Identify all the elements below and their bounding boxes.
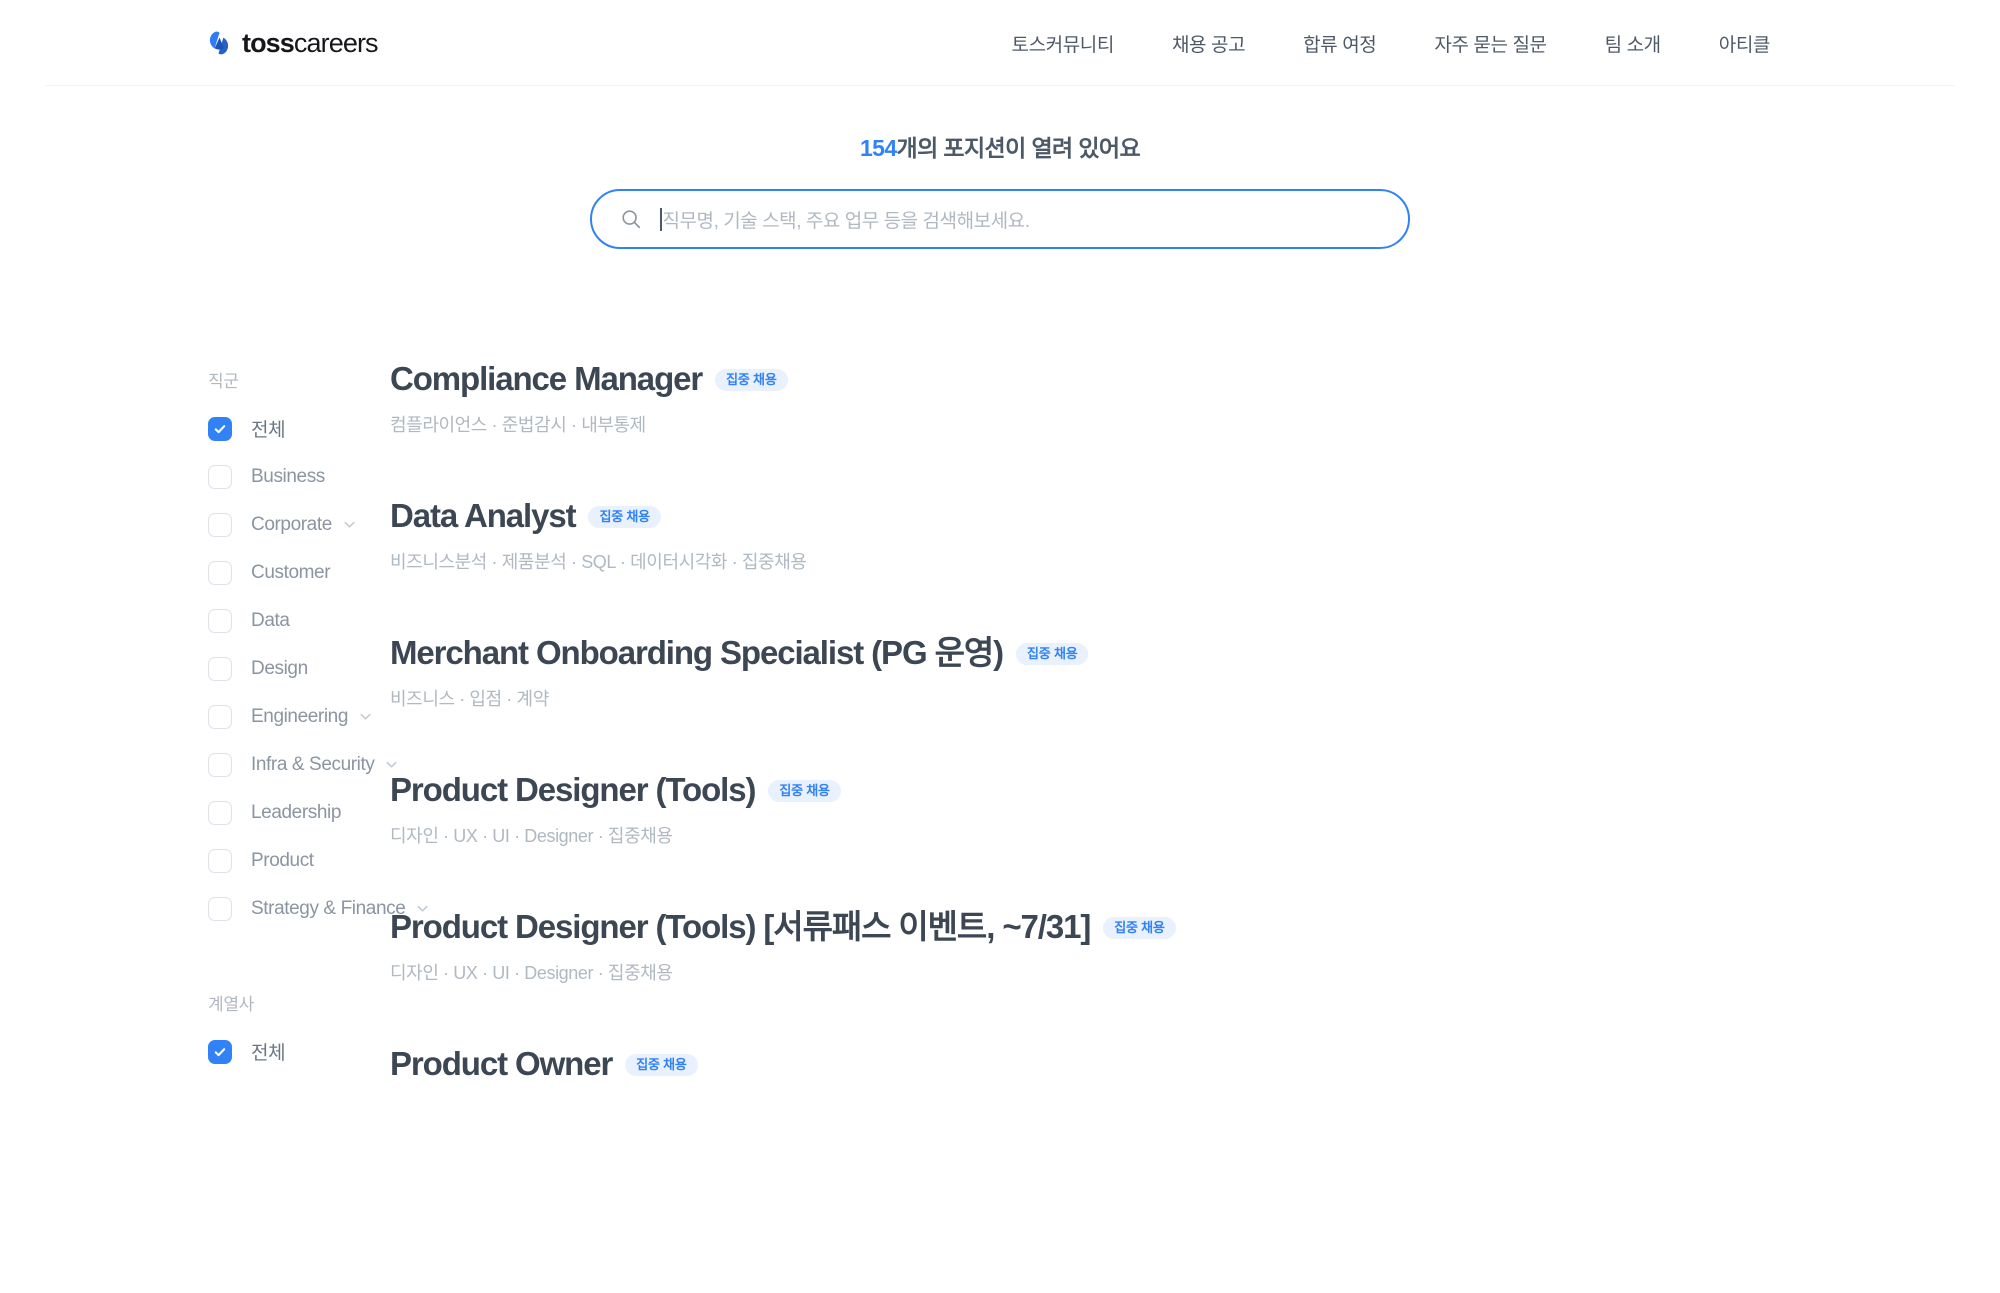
- filter-label: Leadership: [251, 801, 342, 823]
- filter-item-data[interactable]: Data: [208, 607, 340, 634]
- job-list: Compliance Manager 집중 채용 컴플라이언스 · 준법감시 ·…: [340, 359, 2000, 1143]
- nav-item-jobs[interactable]: 채용 공고: [1172, 30, 1246, 57]
- job-list-item[interactable]: Data Analyst 집중 채용 비즈니스분석 · 제품분석 · SQL ·…: [390, 496, 2000, 574]
- job-title-row: Compliance Manager 집중 채용: [390, 359, 2000, 400]
- job-tags: 비즈니스 · 입점 · 계약: [390, 688, 549, 709]
- job-tags: 컴플라이언스 · 준법감시 · 내부통제: [390, 414, 646, 435]
- text-caret: [660, 207, 662, 231]
- search-input-field[interactable]: 직무명, 기술 스택, 주요 업무 등을 검색해보세요.: [660, 191, 1380, 247]
- nav-item-community[interactable]: 토스커뮤니티: [1011, 30, 1114, 57]
- job-tags: 디자인 · UX · UI · Designer · 집중채용: [390, 962, 673, 983]
- logo-wordmark: tosscareers: [242, 27, 379, 58]
- checkbox-checked-icon[interactable]: [208, 1039, 232, 1064]
- job-title[interactable]: Product Owner: [390, 1044, 613, 1085]
- job-title-row: Product Designer (Tools) [서류패스 이벤트, ~7/3…: [390, 907, 2000, 948]
- status-badge: 집중 채용: [1016, 643, 1089, 666]
- logo-text-bold: toss: [242, 27, 295, 58]
- checkbox-icon[interactable]: [208, 704, 232, 729]
- job-list-item[interactable]: Product Designer (Tools) 집중 채용 디자인 · UX …: [390, 770, 2000, 848]
- status-badge: 집중 채용: [625, 1053, 698, 1076]
- checkbox-checked-icon[interactable]: [208, 416, 232, 441]
- hero-section: 154개의 포지션이 열려 있어요 직무명, 기술 스택, 주요 업무 등을 검…: [0, 86, 2000, 249]
- search-input[interactable]: 직무명, 기술 스택, 주요 업무 등을 검색해보세요.: [663, 206, 1030, 233]
- job-list-item[interactable]: Product Designer (Tools) [서류패스 이벤트, ~7/3…: [390, 907, 2000, 985]
- filter-item-corporate[interactable]: Corporate: [208, 511, 355, 538]
- filter-label: 전체: [251, 1043, 286, 1064]
- checkbox-icon[interactable]: [208, 464, 232, 489]
- filter-item-product[interactable]: Product: [208, 847, 340, 874]
- filter-item-engineering[interactable]: Engineering: [208, 703, 371, 730]
- checkbox-icon[interactable]: [208, 560, 232, 585]
- search-icon: [622, 210, 641, 229]
- filter-label: Data: [251, 609, 290, 631]
- filter-label: Engineering: [251, 705, 349, 727]
- filter-item-all-affiliate[interactable]: 전체: [208, 1038, 340, 1065]
- filter-item-business[interactable]: Business: [208, 463, 340, 490]
- nav-item-team[interactable]: 팀 소개: [1605, 30, 1662, 57]
- checkbox-icon[interactable]: [208, 800, 232, 825]
- filter-item-infra-security[interactable]: Infra & Security: [208, 751, 397, 778]
- filter-item-strategy-finance[interactable]: Strategy & Finance: [208, 895, 428, 922]
- filter-label: Customer: [251, 561, 331, 583]
- nav-item-articles[interactable]: 아티클: [1719, 30, 1771, 57]
- filter-item-customer[interactable]: Customer: [208, 559, 340, 586]
- status-badge: 집중 채용: [768, 780, 841, 803]
- checkbox-icon[interactable]: [208, 896, 232, 921]
- status-badge: 집중 채용: [588, 506, 661, 529]
- filter-group-title-job-family: 직군: [208, 372, 239, 391]
- filter-item-leadership[interactable]: Leadership: [208, 799, 342, 826]
- checkbox-icon[interactable]: [208, 848, 232, 873]
- logo-link[interactable]: tosscareers: [205, 27, 379, 58]
- job-title[interactable]: Compliance Manager: [390, 359, 703, 400]
- filter-item-design[interactable]: Design: [208, 655, 340, 682]
- filter-label: Product: [251, 849, 314, 871]
- content-area: 직군 전체 Business Corporate Customer Data D…: [0, 249, 2000, 1143]
- search-bar[interactable]: 직무명, 기술 스택, 주요 업무 등을 검색해보세요.: [590, 189, 1410, 249]
- status-badge: 집중 채용: [1103, 917, 1176, 940]
- job-tags: 디자인 · UX · UI · Designer · 집중채용: [390, 825, 673, 846]
- logo-text-light: careers: [293, 27, 379, 58]
- job-tags: 비즈니스분석 · 제품분석 · SQL · 데이터시각화 · 집중채용: [390, 551, 807, 572]
- filter-label: 전체: [251, 420, 286, 441]
- site-header: tosscareers 토스커뮤니티 채용 공고 합류 여정 자주 묻는 질문 …: [0, 0, 2000, 86]
- job-title[interactable]: Product Designer (Tools) [서류패스 이벤트, ~7/3…: [390, 907, 1091, 948]
- open-positions-number: 154: [859, 135, 897, 161]
- job-title-row: Merchant Onboarding Specialist (PG 운영) 집…: [390, 633, 2000, 674]
- nav-item-journey[interactable]: 합류 여정: [1303, 30, 1377, 57]
- open-positions-suffix: 개의 포지션이 열려 있어요: [896, 135, 1141, 161]
- filter-label: Design: [251, 657, 308, 679]
- job-title-row: Data Analyst 집중 채용: [390, 496, 2000, 537]
- filter-label: Corporate: [251, 513, 332, 535]
- filter-group-job-family: 직군 전체 Business Corporate Customer Data D…: [208, 367, 428, 922]
- job-title-row: Product Owner 집중 채용: [390, 1044, 2000, 1085]
- job-title-row: Product Designer (Tools) 집중 채용: [390, 770, 2000, 811]
- main-nav: 토스커뮤니티 채용 공고 합류 여정 자주 묻는 질문 팀 소개 아티클: [1011, 30, 1770, 57]
- checkbox-icon[interactable]: [208, 752, 232, 777]
- nav-item-faq[interactable]: 자주 묻는 질문: [1434, 30, 1547, 57]
- toss-logo-icon: [209, 31, 229, 55]
- filter-group-title-affiliate: 계열사: [208, 995, 255, 1014]
- job-list-item[interactable]: Product Owner 집중 채용: [390, 1044, 2000, 1085]
- checkbox-icon[interactable]: [208, 608, 232, 633]
- filter-label: Business: [251, 465, 325, 487]
- job-list-item[interactable]: Merchant Onboarding Specialist (PG 운영) 집…: [390, 633, 2000, 711]
- checkbox-icon[interactable]: [208, 512, 232, 537]
- job-title[interactable]: Merchant Onboarding Specialist (PG 운영): [390, 633, 1004, 674]
- job-list-item[interactable]: Compliance Manager 집중 채용 컴플라이언스 · 준법감시 ·…: [390, 359, 2000, 437]
- open-positions-count: 154개의 포지션이 열려 있어요: [859, 135, 1141, 161]
- filter-sidebar: 직군 전체 Business Corporate Customer Data D…: [0, 359, 428, 1143]
- checkbox-icon[interactable]: [208, 656, 232, 681]
- job-title[interactable]: Product Designer (Tools): [390, 770, 756, 811]
- job-title[interactable]: Data Analyst: [390, 496, 577, 537]
- status-badge: 집중 채용: [715, 369, 788, 392]
- filter-group-affiliate: 계열사 전체: [208, 990, 340, 1065]
- filter-item-all-job-family[interactable]: 전체: [208, 415, 340, 442]
